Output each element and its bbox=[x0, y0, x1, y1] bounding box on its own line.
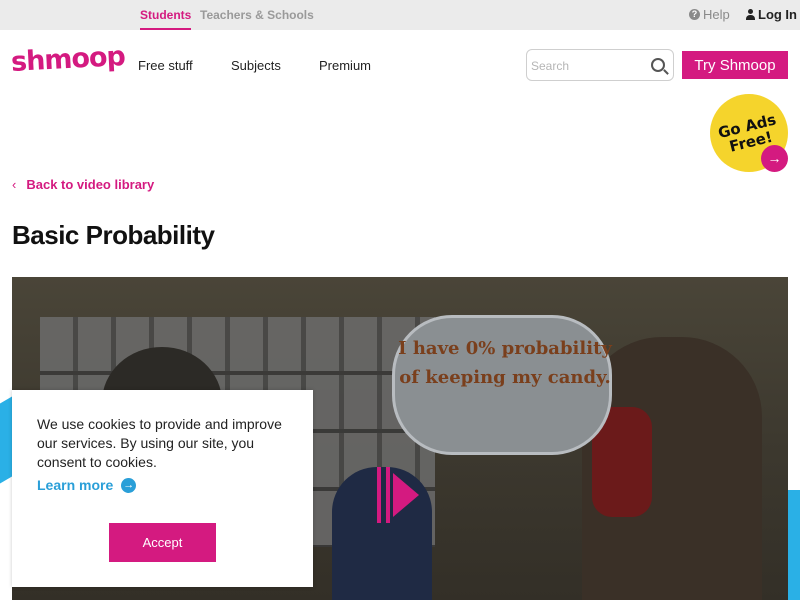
nav-subjects[interactable]: Subjects bbox=[231, 58, 281, 73]
cookie-text: We use cookies to provide and improve ou… bbox=[37, 416, 282, 470]
play-triangle bbox=[393, 473, 419, 517]
search-box bbox=[526, 49, 674, 81]
arrow-right-icon[interactable]: → bbox=[761, 145, 788, 172]
speech-bubble: I have 0% probability of keeping my cand… bbox=[392, 315, 612, 455]
play-bar-right bbox=[386, 467, 390, 523]
shmoop-logo[interactable]: shmoop bbox=[10, 41, 125, 78]
back-label: Back to video library bbox=[26, 177, 155, 192]
login-label: Log In bbox=[758, 7, 797, 22]
help-label: Help bbox=[703, 7, 730, 22]
search-input[interactable] bbox=[531, 57, 641, 75]
nav-free-stuff[interactable]: Free stuff bbox=[138, 58, 193, 73]
learn-more-label: Learn more bbox=[37, 477, 114, 493]
try-shmoop-button[interactable]: Try Shmoop bbox=[682, 51, 788, 79]
chevron-left-icon: ‹ bbox=[12, 177, 17, 192]
play-icon[interactable] bbox=[377, 467, 419, 523]
learn-more-link[interactable]: Learn more → bbox=[37, 477, 137, 493]
back-to-library-link[interactable]: ‹ Back to video library bbox=[12, 177, 154, 192]
decorative-blue-strip-right bbox=[788, 490, 800, 600]
login-link[interactable]: Log In bbox=[746, 7, 797, 22]
tab-students[interactable]: Students bbox=[140, 8, 192, 30]
page-title: Basic Probability bbox=[12, 220, 215, 250]
help-link[interactable]: ? Help bbox=[689, 7, 730, 22]
speech-bubble-text: I have 0% probability of keeping my cand… bbox=[398, 338, 612, 388]
accept-cookies-button[interactable]: Accept bbox=[109, 523, 216, 562]
cookie-banner: We use cookies to provide and improve ou… bbox=[12, 390, 313, 587]
tab-teachers-schools[interactable]: Teachers & Schools bbox=[200, 8, 314, 22]
help-icon: ? bbox=[689, 9, 700, 20]
arrow-right-icon: → bbox=[121, 477, 137, 493]
play-bar-left bbox=[377, 467, 381, 523]
nav-premium[interactable]: Premium bbox=[319, 58, 371, 73]
search-icon[interactable] bbox=[651, 58, 665, 72]
go-ads-free-badge[interactable]: Go Ads Free! → bbox=[710, 94, 788, 172]
top-bar: Students Teachers & Schools ? Help Log I… bbox=[0, 0, 800, 30]
decorative-blue-strip bbox=[0, 396, 12, 484]
user-icon bbox=[746, 9, 755, 20]
